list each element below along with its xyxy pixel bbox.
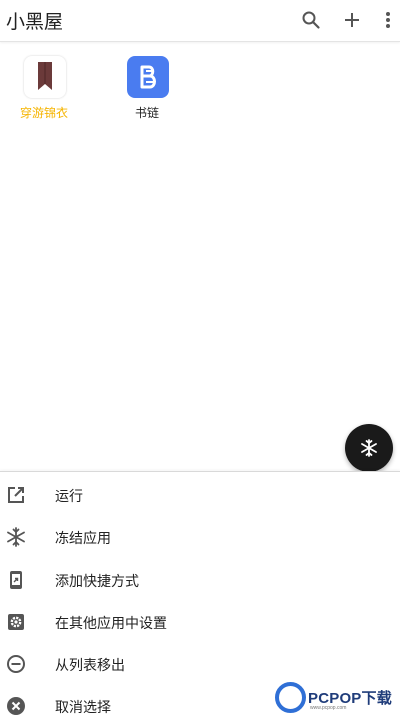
menu-item-label: 在其他应用中设置 xyxy=(55,616,167,632)
add-icon xyxy=(345,13,359,27)
menu-item-add-shortcut[interactable]: 添加快捷方式 xyxy=(0,559,400,601)
menu-item-freeze[interactable]: 冻结应用 xyxy=(0,516,400,558)
page-title: 小黑屋 xyxy=(6,11,64,33)
app-label: 书链 xyxy=(134,106,159,120)
menu-item-label: 取消选择 xyxy=(55,700,111,716)
app-tile[interactable]: 书链 xyxy=(107,56,187,126)
menu-item-label: 运行 xyxy=(55,489,83,505)
app-label: 穿游锦衣 xyxy=(19,106,68,120)
remove-circle-icon xyxy=(6,654,26,674)
open-external-icon xyxy=(6,485,26,505)
bookmark-app-icon xyxy=(38,62,52,90)
freeze-fab[interactable] xyxy=(345,424,393,472)
settings-gear-icon xyxy=(6,612,26,632)
menu-item-remove-from-list[interactable]: 从列表移出 xyxy=(0,643,400,685)
menu-item-label: 冻结应用 xyxy=(55,531,111,547)
more-options-button[interactable] xyxy=(374,6,400,34)
snowflake-icon xyxy=(361,439,377,457)
more-vert-icon xyxy=(386,12,390,28)
search-button[interactable] xyxy=(297,6,325,34)
phone-shortcut-icon xyxy=(6,570,26,590)
cancel-circle-icon xyxy=(6,696,26,716)
b-link-app-icon xyxy=(140,65,156,89)
watermark-subtext: www.pcpop.com xyxy=(310,705,347,711)
menu-item-settings-in-other-apps[interactable]: 在其他应用中设置 xyxy=(0,601,400,643)
app-bar: 小黑屋 xyxy=(0,0,400,42)
snowflake-icon xyxy=(6,527,26,547)
add-button[interactable] xyxy=(338,6,366,34)
menu-item-label: 添加快捷方式 xyxy=(55,574,139,590)
search-icon xyxy=(302,11,320,29)
menu-item-run[interactable]: 运行 xyxy=(0,474,400,516)
app-icon xyxy=(24,56,66,98)
watermark: PCPOP下载 www.pcpop.com xyxy=(272,681,398,717)
watermark-logo xyxy=(275,682,306,713)
app-icon xyxy=(127,56,169,98)
menu-item-label: 从列表移出 xyxy=(55,658,125,674)
app-tile[interactable]: 穿游锦衣 xyxy=(4,56,84,126)
